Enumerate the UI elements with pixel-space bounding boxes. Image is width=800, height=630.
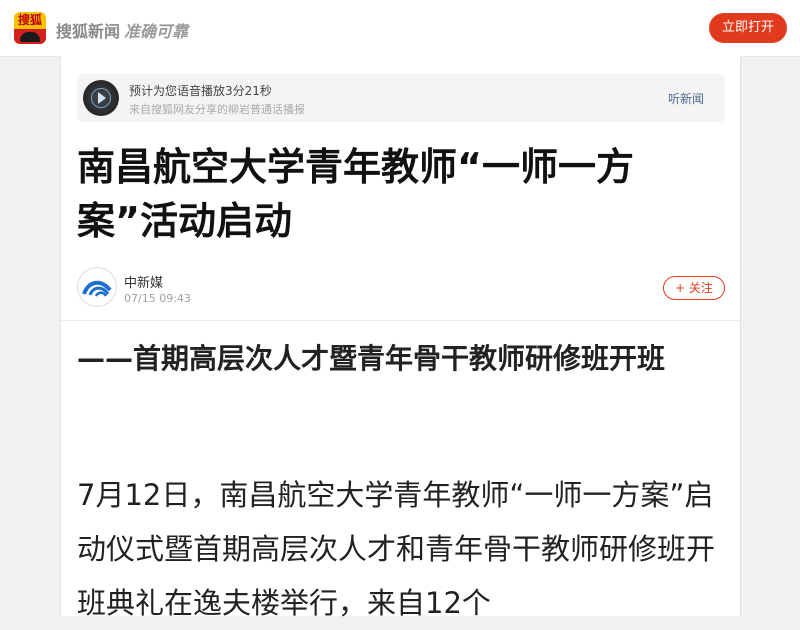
article-card: 预计为您语音播放3分21秒 来自搜狐网友分享的柳岩普通话播报 听新闻 南昌航空大…	[60, 56, 741, 620]
author-name[interactable]: 中新媒	[124, 272, 163, 291]
fox-icon	[20, 32, 40, 42]
audio-player[interactable]: 预计为您语音播放3分21秒 来自搜狐网友分享的柳岩普通话播报 听新闻	[77, 74, 725, 122]
follow-button[interactable]: + 关注	[663, 276, 725, 300]
article-subtitle: ——首期高层次人才暨青年骨干教师研修班开班	[77, 342, 666, 375]
play-icon[interactable]	[83, 80, 119, 116]
audio-source-text: 来自搜狐网友分享的柳岩普通话播报	[129, 103, 305, 116]
open-app-button[interactable]: 立即打开	[709, 13, 787, 43]
article-headline: 南昌航空大学青年教师“一师一方案”活动启动	[77, 145, 634, 243]
brand-name: 搜狐新闻	[56, 22, 121, 41]
audio-duration-text: 预计为您语音播放3分21秒	[129, 84, 272, 98]
play-triangle	[98, 92, 106, 104]
listen-news-link[interactable]: 听新闻	[668, 90, 704, 107]
divider	[61, 320, 740, 321]
article-paragraph: 7月12日，南昌航空大学青年教师“一师一方案”启动仪式暨首期高层次人才和青年骨干…	[77, 478, 716, 620]
publish-time: 07/15 09:43	[124, 292, 191, 305]
author-logo-icon	[82, 280, 112, 297]
logo-text: 搜狐	[17, 13, 42, 27]
brand-slogan: 准确可靠	[124, 22, 189, 41]
author-avatar[interactable]	[77, 267, 117, 307]
sohu-logo[interactable]: 搜狐	[14, 12, 46, 44]
top-bar: 搜狐 搜狐新闻 准确可靠 立即打开	[0, 0, 800, 57]
